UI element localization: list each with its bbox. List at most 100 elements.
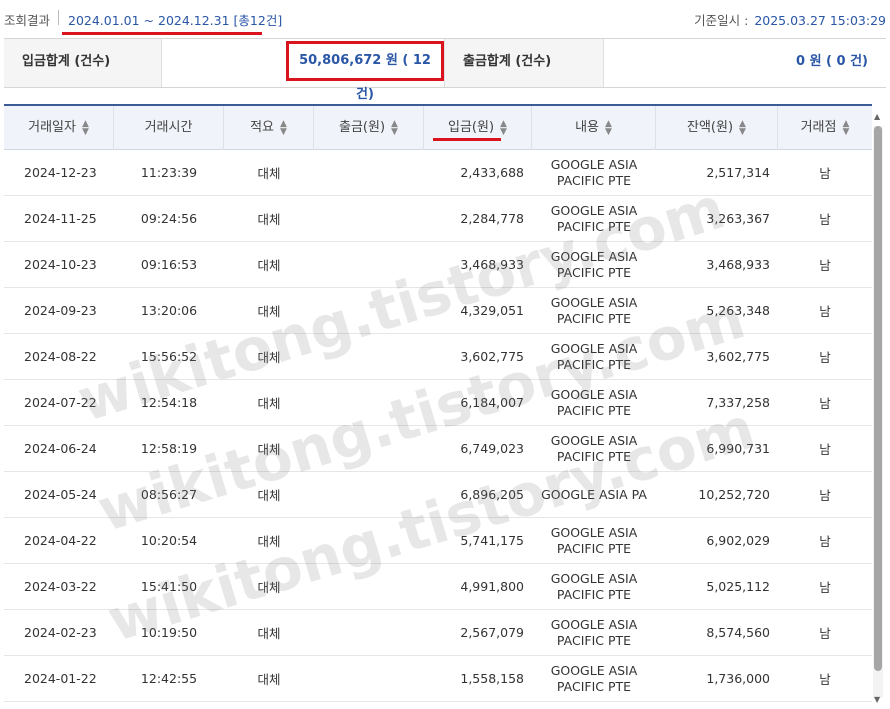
- cell-balance: 10,252,720: [656, 472, 778, 517]
- cell-date-text: 2024-03-22: [24, 579, 97, 594]
- cell-branch-text: 남: [819, 212, 831, 227]
- cell-date: 2024-12-23: [4, 150, 114, 195]
- description-line: GOOGLE ASIA: [550, 156, 638, 172]
- scroll-up-arrow-icon[interactable]: ▲: [874, 112, 880, 121]
- cell-balance: 5,025,112: [656, 564, 778, 609]
- cell-time-text: 13:20:06: [140, 303, 198, 318]
- cell-deposit: 4,991,800: [424, 564, 532, 609]
- divider: [58, 10, 59, 25]
- table-row[interactable]: 2024-01-22 12:42:55 대체 1,558,158 GOOGLE ASIA…: [4, 656, 872, 702]
- description-line: GOOGLE ASIA: [550, 662, 638, 678]
- cell-time-text: 12:58:19: [140, 441, 198, 456]
- table-row[interactable]: 2024-05-24 08:56:27 대체 6,896,205 GOOGLE ASIA…: [4, 472, 872, 518]
- cell-branch-text: 남: [819, 672, 831, 687]
- cell-memo: 대체: [224, 656, 314, 701]
- table-row[interactable]: 2024-04-22 10:20:54 대체 5,741,175 GOOGLE ASIA…: [4, 518, 872, 564]
- table-row[interactable]: 2024-08-22 15:56:52 대체 3,602,775 GOOGLE ASIA…: [4, 334, 872, 380]
- sort-icon: ▲ ▼: [500, 118, 507, 137]
- column-header-date[interactable]: 거래일자 ▲ ▼: [4, 106, 114, 150]
- cell-balance: 6,990,731: [656, 426, 778, 471]
- cell-description: GOOGLE ASIA PACIFIC PTE: [532, 334, 656, 379]
- cell-description: GOOGLE ASIA PACIFIC PTE: [532, 564, 656, 609]
- cell-withdraw: [314, 472, 424, 517]
- cell-date: 2024-03-22: [4, 564, 114, 609]
- cell-time-text: 09:24:56: [140, 211, 198, 226]
- description-line: PACIFIC PTE: [556, 448, 632, 464]
- cell-branch: 남: [778, 610, 872, 655]
- table-row[interactable]: 2024-07-22 12:54:18 대체 6,184,007 GOOGLE ASIA…: [4, 380, 872, 426]
- cell-branch-text: 남: [819, 626, 831, 641]
- cell-balance-text: 6,902,029: [706, 533, 770, 548]
- scrollbar-thumb[interactable]: [874, 126, 882, 671]
- cell-memo-text: 대체: [257, 626, 281, 641]
- cell-branch: 남: [778, 426, 872, 471]
- column-header-balance[interactable]: 잔액(원) ▲ ▼: [656, 106, 778, 150]
- cell-branch-text: 남: [819, 396, 831, 411]
- cell-date-text: 2024-10-23: [24, 257, 97, 272]
- table-row[interactable]: 2024-10-23 09:16:53 대체 3,468,933 GOOGLE ASIA…: [4, 242, 872, 288]
- cell-withdraw: [314, 656, 424, 701]
- cell-date: 2024-02-23: [4, 610, 114, 655]
- column-header-withdraw[interactable]: 출금(원) ▲ ▼: [314, 106, 424, 150]
- cell-withdraw: [314, 564, 424, 609]
- cell-branch: 남: [778, 242, 872, 287]
- description-line: PACIFIC PTE: [556, 310, 632, 326]
- column-header-branch[interactable]: 거래점 ▲ ▼: [778, 106, 872, 150]
- cell-deposit-text: 6,184,007: [460, 395, 524, 410]
- table-row[interactable]: 2024-09-23 13:20:06 대체 4,329,051 GOOGLE ASIA…: [4, 288, 872, 334]
- cell-memo-text: 대체: [257, 350, 281, 365]
- cell-memo-text: 대체: [257, 396, 281, 411]
- column-header-deposit[interactable]: 입금(원) ▲ ▼: [424, 106, 532, 150]
- cell-deposit: 4,329,051: [424, 288, 532, 333]
- cell-branch-text: 남: [819, 580, 831, 595]
- cell-branch: 남: [778, 334, 872, 379]
- cell-memo: 대체: [224, 196, 314, 241]
- cell-withdraw: [314, 610, 424, 655]
- scroll-down-arrow-icon[interactable]: ▼: [874, 695, 880, 704]
- cell-date: 2024-11-25: [4, 196, 114, 241]
- table-row[interactable]: 2024-12-23 11:23:39 대체 2,433,688 GOOGLE ASIA…: [4, 150, 872, 196]
- cell-balance: 7,337,258: [656, 380, 778, 425]
- column-header-description[interactable]: 내용 ▲ ▼: [532, 106, 656, 150]
- cell-deposit-text: 4,329,051: [460, 303, 524, 318]
- description-line: PACIFIC PTE: [556, 540, 632, 556]
- cell-deposit: 6,184,007: [424, 380, 532, 425]
- cell-time-text: 10:20:54: [140, 533, 198, 548]
- table-row[interactable]: 2024-02-23 10:19:50 대체 2,567,079 GOOGLE ASIA…: [4, 610, 872, 656]
- sort-icon: ▲ ▼: [391, 118, 398, 137]
- cell-branch: 남: [778, 656, 872, 701]
- cell-memo: 대체: [224, 334, 314, 379]
- column-header-time: 거래시간: [114, 106, 224, 150]
- cell-description: GOOGLE ASIA PACIFIC PTE: [532, 242, 656, 287]
- cell-date: 2024-06-24: [4, 426, 114, 471]
- description-line: PACIFIC PTE: [556, 402, 632, 418]
- cell-date: 2024-01-22: [4, 656, 114, 701]
- cell-date: 2024-07-22: [4, 380, 114, 425]
- deposit-column-highlight-underline: [433, 138, 501, 141]
- cell-time: 10:20:54: [114, 518, 224, 563]
- sort-icon: ▲ ▼: [81, 118, 89, 137]
- cell-memo-text: 대체: [257, 442, 281, 457]
- query-period: 2024.01.01 ~ 2024.12.31 [총12건]: [68, 13, 283, 28]
- cell-date-text: 2024-05-24: [24, 487, 97, 502]
- cell-date: 2024-04-22: [4, 518, 114, 563]
- table-row[interactable]: 2024-06-24 12:58:19 대체 6,749,023 GOOGLE ASIA…: [4, 426, 872, 472]
- table-row[interactable]: 2024-11-25 09:24:56 대체 2,284,778 GOOGLE ASIA…: [4, 196, 872, 242]
- cell-branch: 남: [778, 150, 872, 195]
- cell-branch: 남: [778, 518, 872, 563]
- column-header-memo[interactable]: 적요 ▲ ▼: [224, 106, 314, 150]
- vertical-scrollbar[interactable]: [873, 126, 883, 698]
- cell-deposit: 3,602,775: [424, 334, 532, 379]
- base-datetime-label: 기준일시 :: [694, 13, 749, 28]
- table-row[interactable]: 2024-03-22 15:41:50 대체 4,991,800 GOOGLE ASIA…: [4, 564, 872, 610]
- deposit-total-value: 50,806,672 원 ( 12 건): [286, 41, 444, 102]
- cell-balance-text: 1,736,000: [706, 671, 770, 686]
- cell-time: 15:41:50: [114, 564, 224, 609]
- cell-time: 08:56:27: [114, 472, 224, 517]
- cell-deposit: 2,567,079: [424, 610, 532, 655]
- cell-description: GOOGLE ASIA PACIFIC PTE: [532, 518, 656, 563]
- cell-withdraw: [314, 150, 424, 195]
- cell-memo: 대체: [224, 288, 314, 333]
- cell-branch-text: 남: [819, 166, 831, 181]
- sort-icon: ▲ ▼: [842, 118, 850, 137]
